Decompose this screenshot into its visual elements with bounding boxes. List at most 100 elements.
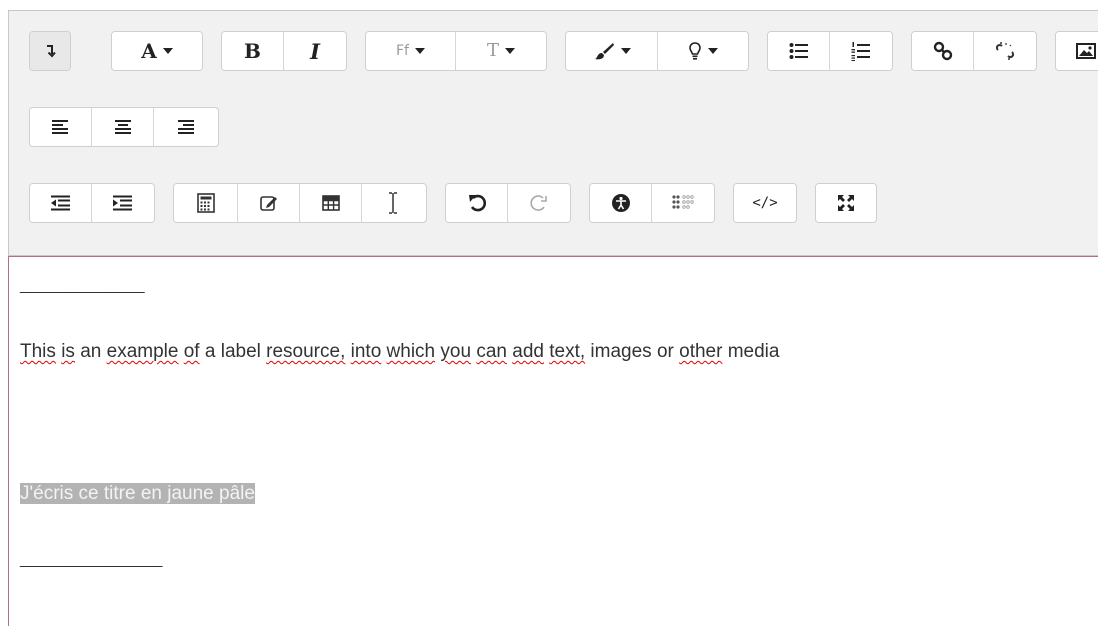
media-group	[1055, 31, 1098, 71]
align-left-icon	[51, 120, 68, 134]
spellcheck-flagged-word: into	[350, 341, 382, 362]
bulleted-list-icon	[789, 43, 808, 59]
background-color-dropdown[interactable]	[658, 32, 748, 70]
sentence-text: an	[74, 341, 107, 362]
list-group	[767, 31, 893, 71]
spellcheck-flagged-word: which	[386, 341, 436, 362]
indent-button[interactable]	[92, 184, 154, 222]
sentence-text: media	[722, 341, 780, 362]
chevron-down-icon	[620, 48, 631, 54]
text-cursor-icon	[389, 192, 397, 214]
spellcheck-flagged-word: can	[476, 341, 507, 362]
history-group	[445, 183, 571, 223]
screen-reader-helper-button[interactable]	[652, 184, 714, 222]
accessibility-checker-button[interactable]	[590, 184, 652, 222]
editor-content-area[interactable]: ______________ This is an example of a l…	[8, 256, 1098, 626]
redo-icon	[530, 195, 547, 211]
outdent-icon	[50, 195, 70, 211]
calculator-icon	[196, 193, 215, 213]
highlighted-title-text: J'écris ce titre en jaune pâle	[20, 483, 255, 504]
table-button[interactable]	[300, 184, 362, 222]
font-style-icon: A	[141, 39, 157, 63]
color-group	[565, 31, 749, 71]
font-family-icon: Ff	[396, 43, 409, 59]
spellcheck-flagged-word: of	[183, 341, 200, 362]
braille-icon	[672, 195, 694, 209]
paragraph-example: This is an example of a label resource, …	[20, 341, 779, 363]
spellcheck-flagged-word: resource,	[266, 341, 346, 362]
insert-group	[173, 183, 427, 223]
chevron-down-icon	[505, 48, 515, 54]
text-format-group: B I	[221, 31, 347, 71]
chevron-down-icon	[162, 48, 173, 54]
font-family-dropdown[interactable]: Ff	[366, 32, 456, 70]
fullscreen-group	[815, 183, 877, 223]
paragraph-title: J'écris ce titre en jaune pâle	[20, 483, 255, 505]
font-size-dropdown[interactable]: T	[456, 32, 546, 70]
sentence-text: images or	[585, 341, 680, 362]
align-group	[29, 107, 219, 147]
align-left-button[interactable]	[30, 108, 92, 146]
arrow-down-icon	[47, 45, 56, 58]
image-icon	[1076, 43, 1096, 59]
indent-icon	[113, 195, 132, 211]
html-group: </>	[733, 183, 797, 223]
show-more-buttons[interactable]	[30, 32, 70, 70]
image-button[interactable]	[1056, 32, 1098, 70]
editor-toolbar: A B I Ff T </>	[8, 10, 1098, 256]
link-button[interactable]	[912, 32, 974, 70]
spellcheck-flagged-word: is	[61, 341, 75, 362]
spellcheck-flagged-word: This	[20, 341, 56, 362]
unlink-button[interactable]	[974, 32, 1036, 70]
italic-icon: I	[310, 38, 320, 64]
link-icon	[933, 41, 952, 61]
align-center-icon	[114, 120, 131, 134]
numbered-list-icon	[851, 42, 870, 61]
table-icon	[321, 195, 340, 211]
outdent-button[interactable]	[30, 184, 92, 222]
unlink-icon	[995, 42, 1015, 60]
fullscreen-button[interactable]	[816, 184, 876, 222]
align-center-button[interactable]	[92, 108, 154, 146]
chevron-down-icon	[414, 48, 425, 54]
link-group	[911, 31, 1037, 71]
separator-bottom: ________________	[20, 551, 163, 568]
bold-icon: B	[244, 39, 261, 63]
lightbulb-icon	[689, 42, 701, 60]
undo-button[interactable]	[446, 184, 508, 222]
ordered-list-button[interactable]	[830, 32, 892, 70]
spellcheck-flagged-word: add	[512, 341, 544, 362]
equation-button[interactable]	[174, 184, 238, 222]
spellcheck-flagged-word: other	[679, 341, 723, 362]
accessibility-group	[589, 183, 715, 223]
italic-button[interactable]: I	[284, 32, 346, 70]
edit-icon	[259, 196, 277, 211]
chevron-down-icon	[708, 48, 718, 54]
unordered-list-button[interactable]	[768, 32, 830, 70]
font-size-icon: T	[486, 40, 499, 61]
font-style-dropdown[interactable]: A	[112, 32, 202, 70]
spellcheck-flagged-word: example	[106, 341, 179, 362]
align-right-button[interactable]	[154, 108, 216, 146]
font-style-group: A	[111, 31, 203, 71]
indent-group	[29, 183, 155, 223]
code-icon: </>	[752, 195, 778, 211]
special-chars-button[interactable]	[238, 184, 300, 222]
html-source-button[interactable]: </>	[734, 184, 796, 222]
expand-icon	[838, 195, 854, 211]
bold-button[interactable]: B	[222, 32, 284, 70]
spellcheck-flagged-word: you	[440, 341, 472, 362]
font-color-dropdown[interactable]	[566, 32, 658, 70]
clear-formatting-button[interactable]	[362, 184, 424, 222]
sentence-text: a label	[199, 341, 267, 362]
separator-top: ______________	[20, 277, 145, 294]
undo-icon	[468, 194, 486, 212]
redo-button[interactable]	[508, 184, 570, 222]
spellcheck-flagged-word: text,	[549, 341, 586, 362]
atto-editor: A B I Ff T </> ______________ This is an…	[0, 0, 1098, 626]
accessibility-icon	[611, 194, 630, 212]
paintbrush-icon	[594, 43, 614, 60]
align-right-icon	[178, 120, 194, 134]
font-group: Ff T	[365, 31, 547, 71]
collapse-group	[29, 31, 71, 71]
